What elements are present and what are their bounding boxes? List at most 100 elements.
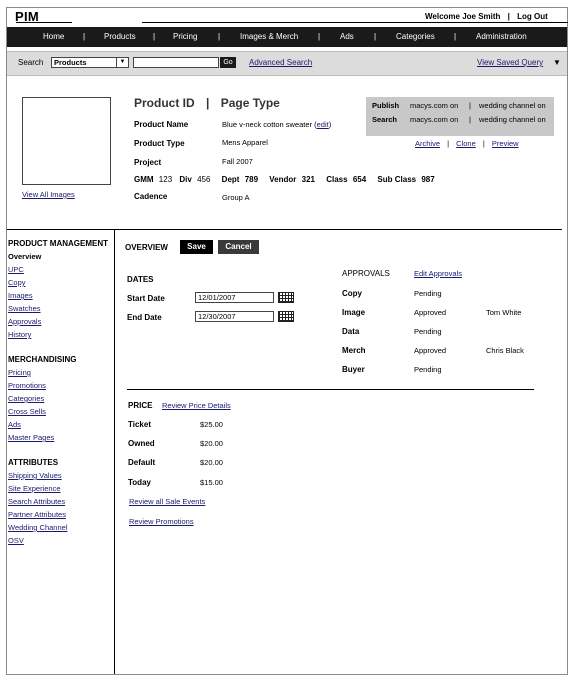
nav-categories[interactable]: Categories — [396, 32, 435, 41]
edit-name-link[interactable]: edit — [317, 120, 329, 129]
sidebar-item-search-attributes[interactable]: Search Attributes — [8, 497, 113, 506]
title-separator: | — [206, 96, 210, 110]
approval-person-image: Tom White — [486, 308, 522, 317]
approval-label-merch: Merch — [342, 346, 366, 355]
div-value: 456 — [197, 175, 211, 184]
sidebar-item-ads[interactable]: Ads — [8, 420, 113, 429]
class-value: 654 — [352, 175, 367, 184]
go-button[interactable]: Go — [220, 57, 236, 68]
advanced-search-link[interactable]: Advanced Search — [249, 58, 312, 67]
sidebar-item-promotions[interactable]: Promotions — [8, 381, 113, 390]
sidebar: PRODUCT MANAGEMENT Overview UPC Copy Ima… — [8, 239, 113, 545]
hierarchy-row: GMM 123 Div 456 Dept 789 Vendor 321 Clas… — [134, 175, 435, 184]
chevron-down-icon[interactable]: ▼ — [116, 58, 128, 67]
search-separator: | — [469, 115, 471, 124]
cancel-button[interactable]: Cancel — [218, 240, 259, 254]
gmm-value: 123 — [158, 175, 173, 184]
project-value: Fall 2007 — [222, 157, 253, 166]
user-bar-separator: | — [507, 12, 510, 21]
approvals-heading: APPROVALS — [342, 269, 390, 278]
publish-separator: | — [469, 101, 471, 110]
sidebar-item-approvals[interactable]: Approvals — [8, 317, 113, 326]
vendor-label: Vendor — [269, 175, 297, 184]
end-date-label: End Date — [127, 313, 162, 322]
sidebar-item-site-experience[interactable]: Site Experience — [8, 484, 113, 493]
sidebar-item-pricing[interactable]: Pricing — [8, 368, 113, 377]
sidebar-item-images[interactable]: Images — [8, 291, 113, 300]
approval-status-data: Pending — [414, 327, 442, 336]
sidebar-item-history[interactable]: History — [8, 330, 113, 339]
caret-down-icon[interactable]: ▼ — [553, 58, 561, 67]
sidebar-item-osv[interactable]: OSV — [8, 536, 113, 545]
start-date-input[interactable]: 12/01/2007 — [195, 292, 274, 303]
action-separator: | — [447, 139, 450, 148]
section-divider — [7, 229, 562, 230]
product-image-placeholder — [22, 97, 111, 185]
publish-site-macys[interactable]: macys.com on — [410, 101, 458, 110]
price-label-today: Today — [128, 478, 151, 487]
sidebar-item-upc[interactable]: UPC — [8, 265, 113, 274]
view-all-images-link[interactable]: View All Images — [22, 190, 75, 199]
nav-separator: | — [153, 32, 156, 41]
sidebar-item-wedding-channel[interactable]: Wedding Channel — [8, 523, 113, 532]
cadence-label: Cadence — [134, 192, 168, 201]
price-value-ticket: $25.00 — [200, 420, 223, 429]
search-publish-label: Search — [372, 115, 398, 124]
preview-link[interactable]: Preview — [492, 139, 519, 148]
sidebar-item-cross-sells[interactable]: Cross Sells — [8, 407, 113, 416]
logout-link[interactable]: Log Out — [517, 12, 548, 21]
product-name-value: Blue v-neck cotton sweater (edit) — [222, 120, 332, 129]
nav-products[interactable]: Products — [104, 32, 136, 41]
sidebar-item-overview[interactable]: Overview — [8, 252, 113, 261]
nav-images-merch[interactable]: Images & Merch — [240, 32, 298, 41]
review-promotions-link[interactable]: Review Promotions — [129, 517, 194, 526]
subclass-value: 987 — [421, 175, 435, 184]
search-input[interactable] — [133, 57, 219, 68]
search-site-wedding[interactable]: wedding channel on — [479, 115, 546, 124]
save-button[interactable]: Save — [180, 240, 213, 254]
approval-label-buyer: Buyer — [342, 365, 365, 374]
publish-site-wedding[interactable]: wedding channel on — [479, 101, 546, 110]
nav-administration[interactable]: Administration — [476, 32, 527, 41]
div-label: Div — [179, 175, 192, 184]
sidebar-item-categories[interactable]: Categories — [8, 394, 113, 403]
sidebar-heading-merchandising: MERCHANDISING — [8, 355, 77, 364]
archive-link[interactable]: Archive — [415, 139, 440, 148]
product-type-label: Product Type — [134, 139, 185, 148]
sidebar-item-master-pages[interactable]: Master Pages — [8, 433, 113, 442]
approval-status-merch: Approved — [414, 346, 447, 355]
search-site-macys[interactable]: macys.com on — [410, 115, 458, 124]
user-bar: Welcome Joe Smith | Log Out — [425, 12, 548, 21]
sidebar-item-copy[interactable]: Copy — [8, 278, 113, 287]
top-rule — [142, 22, 568, 23]
publish-panel: Publish macys.com on | wedding channel o… — [366, 97, 554, 136]
sidebar-item-shipping-values[interactable]: Shipping Values — [8, 471, 113, 480]
review-sale-events-link[interactable]: Review all Sale Events — [129, 497, 205, 506]
class-label: Class — [326, 175, 348, 184]
review-price-details-link[interactable]: Review Price Details — [162, 401, 231, 410]
view-saved-query-link[interactable]: View Saved Query — [477, 58, 543, 67]
action-separator: | — [482, 139, 485, 148]
cadence-value: Group A — [222, 193, 250, 202]
nav-ads[interactable]: Ads — [340, 32, 354, 41]
calendar-icon[interactable] — [278, 311, 294, 322]
nav-home[interactable]: Home — [43, 32, 64, 41]
price-label-owned: Owned — [128, 439, 155, 448]
nav-pricing[interactable]: Pricing — [173, 32, 197, 41]
welcome-text: Welcome Joe Smith — [425, 12, 501, 21]
edit-approvals-link[interactable]: Edit Approvals — [414, 269, 462, 278]
price-value-default: $20.00 — [200, 458, 223, 467]
main-nav: Home | Products | Pricing | Images & Mer… — [7, 27, 567, 47]
dept-value: 789 — [244, 175, 259, 184]
clone-link[interactable]: Clone — [456, 139, 476, 148]
sidebar-divider — [114, 230, 115, 674]
end-date-input[interactable]: 12/30/2007 — [195, 311, 274, 322]
sidebar-item-partner-attributes[interactable]: Partner Attributes — [8, 510, 113, 519]
search-scope-select[interactable]: Products ▼ — [51, 57, 129, 68]
sidebar-item-swatches[interactable]: Swatches — [8, 304, 113, 313]
subclass-label: Sub Class — [377, 175, 417, 184]
price-heading: PRICE — [128, 401, 153, 410]
dept-label: Dept — [221, 175, 240, 184]
project-label: Project — [134, 158, 162, 167]
calendar-icon[interactable] — [278, 292, 294, 303]
